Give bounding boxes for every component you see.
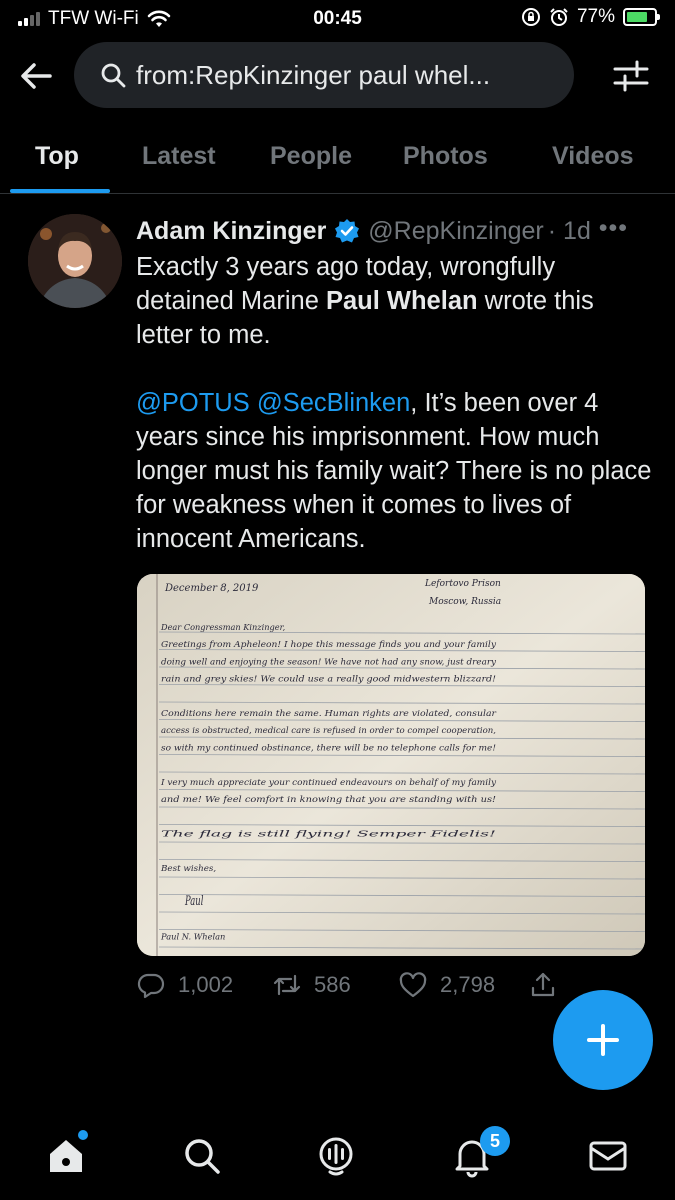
letter-date: December 8, 2019 [164,583,259,594]
letter-line: Paul [184,894,203,909]
compose-tweet-button[interactable] [553,990,653,1090]
avatar[interactable] [28,214,122,308]
search-tab-icon[interactable] [180,1134,224,1178]
letter-line: I very much appreciate your continued en… [160,777,496,787]
author-handle[interactable]: @RepKinzinger [368,217,543,246]
battery-percent: 77% [576,6,615,27]
heart-icon [399,972,427,998]
tweet-time: · 1d [547,216,591,245]
notifications-badge: 5 [480,1126,510,1156]
letter-line: Paul N. Whelan [160,932,225,942]
letter-line: Conditions here remain the same. Human r… [161,708,497,718]
like-count: 2,798 [440,972,496,997]
status-bar: TFW Wi-Fi 00:45 77% [0,0,675,38]
share-button[interactable] [528,970,558,1000]
letter-photo: December 8, 2019 Lefortovo Prison Moscow, … [137,574,645,956]
bottom-nav [0,1110,675,1200]
alarm-icon [550,8,568,26]
like-button[interactable]: 2,798 [398,970,495,1000]
rotation-lock-icon [521,8,540,26]
battery-icon [623,8,660,26]
letter-line: access is obstructed, medical care is re… [161,725,496,735]
active-tab-indicator [10,189,110,193]
reply-button[interactable]: 1,002 [136,970,233,1000]
letter-image[interactable]: December 8, 2019 Lefortovo Prison Moscow, … [137,574,645,956]
letter-line: Best wishes, [160,863,216,873]
letter-line: and me! We feel comfort in knowing that … [161,794,496,804]
letter-line: doing well and enjoying the season! We h… [161,656,496,666]
status-right: 77% [521,6,660,28]
search-input[interactable]: from:RepKinzinger paul whel... [74,42,574,108]
letter-address-line: Moscow, Russia [428,597,501,607]
tab-photos[interactable]: Photos [403,142,488,171]
reply-icon [137,973,165,999]
avatar-photo [28,214,122,308]
search-tabs: Top Latest People Photos Videos [0,124,675,194]
back-arrow-icon[interactable] [16,56,56,96]
search-header: from:RepKinzinger paul whel... [0,40,675,110]
tab-top[interactable]: Top [35,142,79,171]
home-icon[interactable] [44,1134,88,1178]
filter-icon[interactable] [611,56,651,96]
mention-potus[interactable]: @POTUS [136,389,250,417]
highlighted-term: Paul Whelan [325,287,478,315]
tweet-header: Adam Kinzinger @RepKinzinger · 1d ••• [136,214,656,248]
reply-count: 1,002 [178,972,234,997]
mention-secblinken[interactable]: @SecBlinken [257,389,410,417]
search-query: from:RepKinzinger paul whel... [136,59,491,90]
plus-icon [587,1024,619,1056]
tab-videos[interactable]: Videos [552,142,634,171]
tweet-paragraph-1: Exactly 3 years ago today, wrongfully de… [136,250,656,352]
retweet-icon [273,974,301,996]
share-icon [531,972,555,997]
letter-line: Dear Congressman Kinzinger, [160,622,285,632]
messages-icon[interactable] [586,1134,630,1178]
tweet-text: Exactly 3 years ago today, wrongfully de… [136,250,656,590]
letter-line: The flag is still flying! Semper Fidelis… [161,828,496,838]
tab-latest[interactable]: Latest [142,142,216,171]
author-name[interactable]: Adam Kinzinger [136,217,326,246]
spaces-icon[interactable] [314,1134,358,1178]
letter-line: rain and grey skies! We could use a real… [161,674,496,684]
retweet-count: 586 [314,972,351,997]
tab-people[interactable]: People [270,142,352,171]
more-options-icon[interactable]: ••• [599,214,628,243]
retweet-button[interactable]: 586 [272,970,351,1000]
verified-badge-icon [335,219,360,243]
tweet-paragraph-2: @POTUS @SecBlinken, It’s been over 4 yea… [136,386,656,556]
letter-line: Greetings from Apheleon! I hope this mes… [161,639,496,649]
search-icon [101,63,126,88]
letter-address-line: Lefortovo Prison [424,579,501,589]
home-new-content-dot [78,1130,88,1140]
letter-line: so with my continued obstinance, there w… [161,742,496,752]
